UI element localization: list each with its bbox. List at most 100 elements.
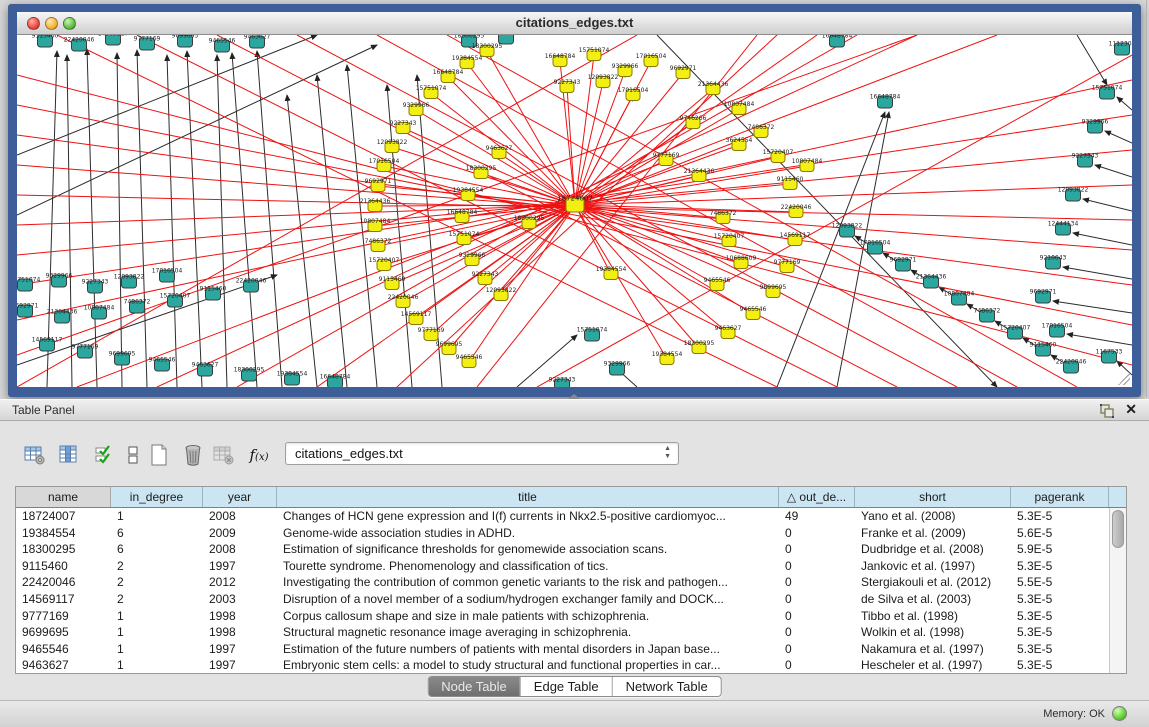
graph-node-label: 7486372 bbox=[974, 308, 1001, 315]
graph-node-label: 9465546 bbox=[456, 354, 483, 361]
function-builder-icon[interactable]: f(x) bbox=[246, 441, 272, 469]
table-row[interactable]: 1830029562008Estimation of significance … bbox=[16, 541, 1109, 558]
graph-edge[interactable] bbox=[17, 45, 377, 215]
memory-status-icon[interactable] bbox=[1112, 706, 1127, 721]
graph-node-label: 10807484 bbox=[792, 158, 823, 165]
table-selector-value: citations_edges.txt bbox=[295, 446, 403, 461]
graph-edge[interactable] bbox=[1083, 199, 1132, 211]
table-header-row: namein_degreeyeartitle△ out_de...shortpa… bbox=[16, 487, 1126, 508]
column-chooser-icon[interactable] bbox=[56, 441, 82, 469]
graph-edge[interactable] bbox=[287, 95, 317, 387]
table-cell: 9465546 bbox=[16, 641, 111, 658]
column-header-out_de[interactable]: △ out_de... bbox=[779, 487, 855, 507]
table-row[interactable]: 946362711997Embryonic stem cells: a mode… bbox=[16, 657, 1109, 673]
graph-edge[interactable] bbox=[575, 89, 713, 205]
graph-node-label: 19384554 bbox=[453, 187, 484, 194]
column-header-name[interactable]: name bbox=[16, 487, 111, 507]
graph-edge[interactable] bbox=[1067, 334, 1132, 345]
table-cell: 0 bbox=[779, 541, 855, 558]
graph-edge[interactable] bbox=[1073, 233, 1132, 245]
column-header-in_degree[interactable]: in_degree bbox=[111, 487, 203, 507]
table-row[interactable]: 1456911722003Disruption of a novel membe… bbox=[16, 591, 1109, 608]
graph-node-label: 15751074 bbox=[17, 277, 40, 284]
delete-entries-icon[interactable] bbox=[180, 441, 206, 469]
graph-edge[interactable] bbox=[1095, 165, 1132, 177]
graph-edge[interactable] bbox=[464, 205, 575, 239]
new-table-icon[interactable] bbox=[146, 441, 172, 469]
column-header-pagerank[interactable]: pagerank bbox=[1011, 487, 1109, 507]
graph-node-label: 17016504 bbox=[860, 240, 891, 247]
tab-network-table[interactable]: Network Table bbox=[612, 677, 721, 696]
graph-node-label: 9699695 bbox=[760, 284, 787, 291]
graph-node-label: 9777169 bbox=[774, 259, 801, 266]
graph-edge[interactable] bbox=[537, 55, 1132, 387]
table-cell: 2012 bbox=[203, 574, 277, 591]
tab-edge-table[interactable]: Edge Table bbox=[520, 677, 612, 696]
table-cell: Wolkin et al. (1998) bbox=[855, 624, 1011, 641]
vertical-scrollbar[interactable] bbox=[1109, 508, 1126, 673]
window-titlebar[interactable]: citations_edges.txt bbox=[17, 12, 1132, 35]
graph-node-label: 21364436 bbox=[684, 168, 715, 175]
graph-node-label: 10807484 bbox=[724, 101, 755, 108]
table-panel: Table Panel ✕ f(x) citations_edges.txt ▲… bbox=[0, 399, 1149, 727]
graph-edge[interactable] bbox=[217, 55, 227, 387]
graph-edge[interactable] bbox=[449, 205, 575, 349]
graph-edge[interactable] bbox=[167, 55, 177, 387]
graph-edge[interactable] bbox=[117, 53, 122, 387]
table-panel-header: Table Panel ✕ bbox=[0, 399, 1149, 421]
graph-node-label: 17016504 bbox=[1042, 323, 1073, 330]
graph-edge[interactable] bbox=[1117, 97, 1132, 110]
graph-node-label: 9463627 bbox=[192, 362, 219, 369]
graph-node-label: 19384554 bbox=[277, 371, 308, 378]
graph-node-label: 9465546 bbox=[149, 357, 176, 364]
graph-edge[interactable] bbox=[137, 50, 147, 387]
table-row[interactable]: 969969511998Structural magnetic resonanc… bbox=[16, 624, 1109, 641]
table-settings-icon[interactable] bbox=[22, 441, 48, 469]
network-canvas[interactable]: 9115460224200461456911797771699699695946… bbox=[17, 35, 1132, 387]
column-header-year[interactable]: year bbox=[203, 487, 277, 507]
table-cell: Franke et al. (2009) bbox=[855, 525, 1011, 542]
table-cell: 2 bbox=[111, 591, 203, 608]
table-cell: 5.3E-5 bbox=[1011, 558, 1109, 575]
graph-node-label: 22420046 bbox=[236, 278, 267, 285]
table-row[interactable]: 946554611997Estimation of the future num… bbox=[16, 641, 1109, 658]
graph-node-label: 21364436 bbox=[360, 198, 391, 205]
table-row[interactable]: 1872400712008Changes of HCN gene express… bbox=[16, 508, 1109, 525]
table-row[interactable]: 2242004622012Investigating the contribut… bbox=[16, 574, 1109, 591]
graph-edge[interactable] bbox=[1105, 131, 1132, 143]
select-columns-icon[interactable] bbox=[90, 441, 116, 469]
tab-node-table[interactable]: Node Table bbox=[428, 677, 520, 696]
resize-grip-icon[interactable] bbox=[1118, 373, 1130, 385]
delete-table-disabled-icon[interactable] bbox=[211, 441, 237, 469]
scrollbar-thumb[interactable] bbox=[1112, 510, 1124, 548]
graph-node-label: 9227343 bbox=[554, 79, 581, 86]
status-bar: Memory: OK bbox=[0, 700, 1149, 727]
graph-node-label: 9777169 bbox=[134, 36, 161, 43]
graph-node-label: 7486372 bbox=[710, 210, 737, 217]
graph-edge[interactable] bbox=[87, 49, 97, 387]
table-row[interactable]: 1938455462009Genome-wide association stu… bbox=[16, 525, 1109, 542]
close-panel-icon[interactable]: ✕ bbox=[1125, 401, 1137, 418]
table-row[interactable]: 911546021997Tourette syndrome. Phenomeno… bbox=[16, 558, 1109, 575]
graph-node-label: 9115460 bbox=[1030, 342, 1057, 349]
table-cell: 1997 bbox=[203, 641, 277, 658]
row-height-icon[interactable] bbox=[120, 441, 146, 469]
graph-node-label: 9210643 bbox=[1040, 255, 1067, 262]
table-cell: 18300295 bbox=[16, 541, 111, 558]
table-cell: 1997 bbox=[203, 558, 277, 575]
table-row[interactable]: 977716911998Corpus callosum shape and si… bbox=[16, 608, 1109, 625]
graph-node-label: 10807484 bbox=[944, 291, 975, 298]
table-cell: 5.3E-5 bbox=[1011, 591, 1109, 608]
table-cell: 2009 bbox=[203, 525, 277, 542]
table-cell: Investigating the contribution of common… bbox=[277, 574, 779, 591]
column-header-title[interactable]: title bbox=[277, 487, 779, 507]
float-window-icon[interactable] bbox=[1099, 403, 1115, 419]
graph-node-label: 15751074 bbox=[449, 231, 480, 238]
graph-node-label: 18300295 bbox=[234, 367, 265, 374]
graph-edge[interactable] bbox=[1053, 301, 1132, 313]
graph-edge[interactable] bbox=[317, 75, 347, 387]
column-header-short[interactable]: short bbox=[855, 487, 1011, 507]
graph-node-label: 9329966 bbox=[604, 361, 631, 368]
table-selector-dropdown[interactable]: citations_edges.txt ▲▼ bbox=[285, 442, 679, 465]
table-cell: 1 bbox=[111, 508, 203, 525]
